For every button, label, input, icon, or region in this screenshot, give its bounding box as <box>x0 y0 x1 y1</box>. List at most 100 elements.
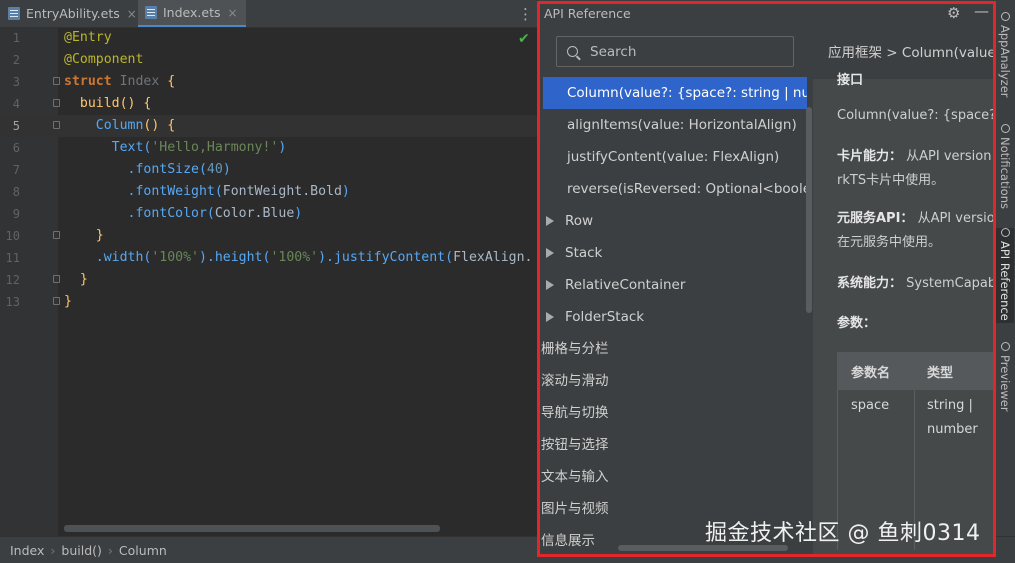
code-line[interactable]: 2 @Component <box>0 49 537 71</box>
tree-label: 按钮与选择 <box>541 437 609 453</box>
eye-icon <box>1000 342 1010 351</box>
editor-horizontal-scrollbar[interactable] <box>64 525 440 532</box>
expand-triangle-icon[interactable] <box>546 216 554 226</box>
code-line[interactable]: 8 .fontWeight(FontWeight.Bold) <box>0 181 537 203</box>
code-line[interactable]: 11 .width('100%').height('100%').justify… <box>0 247 537 269</box>
code-line[interactable]: 12 } <box>0 269 537 291</box>
fold-marker-icon[interactable] <box>53 297 60 305</box>
code-token: struct <box>64 74 120 89</box>
code-text: .fontColor(Color.Blue) <box>64 203 303 225</box>
tab-entryability[interactable]: EntryAbility.ets × <box>8 0 137 27</box>
tool-previewer[interactable]: Previewer <box>996 342 1014 414</box>
code-token: ) <box>222 162 231 177</box>
tab-index[interactable]: Index.ets × <box>138 0 246 27</box>
tree-category[interactable]: 导航与切换 <box>538 397 808 429</box>
code-token: 'Hello,Harmony!' <box>151 140 279 155</box>
tool-appanalyzer[interactable]: AppAnalyzer <box>996 12 1014 102</box>
code-token: @Entry <box>64 30 112 45</box>
editor-tab-bar: EntryAbility.ets × Index.ets × ⋮ <box>0 0 537 28</box>
minimize-icon[interactable]: — <box>974 2 989 20</box>
code-line[interactable]: 6 Text('Hello,Harmony!') <box>0 137 537 159</box>
code-line[interactable]: 3 struct Index { <box>0 71 537 93</box>
code-token: { <box>159 74 176 89</box>
breadcrumb-build[interactable]: build() <box>61 543 102 558</box>
code-token: ) <box>278 140 287 155</box>
tool-notifications[interactable]: Notifications <box>996 124 1014 219</box>
doc-label: 系统能力： <box>837 276 903 291</box>
tab-label: Index.ets <box>163 5 221 20</box>
doc-card-capability: 卡片能力： 从API version <box>837 145 991 169</box>
tree-category[interactable]: 滚动与滑动 <box>538 365 808 397</box>
code-text: .fontSize(40) <box>64 159 231 181</box>
fold-marker-icon[interactable] <box>53 275 60 283</box>
code-token: '100%' <box>270 250 319 265</box>
breadcrumb-column[interactable]: Column <box>119 543 167 558</box>
chevron-right-icon: › <box>107 542 113 558</box>
line-number: 9 <box>12 207 20 221</box>
code-line[interactable]: 4 build() { <box>0 93 537 115</box>
code-token: ).height( <box>198 250 271 265</box>
column-header: 类型 <box>927 366 954 381</box>
code-token: Text( <box>64 140 152 155</box>
no-problems-check-icon[interactable]: ✔ <box>518 31 530 47</box>
fold-marker-icon[interactable] <box>53 231 60 239</box>
tree-node[interactable]: RelativeContainer <box>538 269 808 301</box>
tree-node[interactable]: FolderStack <box>538 301 808 333</box>
fold-marker-icon[interactable] <box>53 77 60 85</box>
line-number: 6 <box>12 141 20 155</box>
expand-triangle-icon[interactable] <box>546 248 554 258</box>
tree-category[interactable]: 按钮与选择 <box>538 429 808 461</box>
code-token: ).justifyContent( <box>318 250 454 265</box>
gear-icon[interactable]: ⚙ <box>947 4 960 22</box>
code-editor[interactable]: EntryAbility.ets × Index.ets × ⋮ 1 @Entry… <box>0 0 537 536</box>
tool-label: API Reference <box>998 241 1012 321</box>
tree-category[interactable]: 栅格与分栏 <box>538 333 808 365</box>
code-token: build <box>64 96 120 111</box>
doc-value: 从API versio <box>917 211 993 226</box>
panel-title: API Reference <box>544 6 631 21</box>
code-token: ) <box>294 206 303 221</box>
code-text: @Entry <box>64 27 112 49</box>
tree-label: justifyContent(value: FlexAlign) <box>567 149 780 165</box>
expand-triangle-icon[interactable] <box>546 312 554 322</box>
tree-node[interactable]: Stack <box>538 237 808 269</box>
code-line[interactable]: 13} <box>0 291 537 313</box>
close-icon[interactable]: × <box>228 6 238 20</box>
bell-icon <box>1000 124 1010 133</box>
code-token: () { <box>119 96 152 111</box>
code-line[interactable]: 7 .fontSize(40) <box>0 159 537 181</box>
code-token: .width( <box>64 250 152 265</box>
code-token: .fontSize( <box>64 162 207 177</box>
code-line[interactable]: 5 Column() { <box>0 115 537 137</box>
more-vertical-icon[interactable]: ⋮ <box>518 5 533 23</box>
tree-node[interactable]: Row <box>538 205 808 237</box>
code-text: Column() { <box>64 115 175 137</box>
tree-method[interactable]: Column(value?: {space?: string | number <box>543 77 807 109</box>
tree-method[interactable]: reverse(isReversed: Optional<boolean> <box>538 173 808 205</box>
code-text: Text('Hello,Harmony!') <box>64 137 287 159</box>
line-number: 7 <box>12 163 20 177</box>
doc-meta-service-cont: 在元服务中使用。 <box>837 235 942 250</box>
tree-method[interactable]: alignItems(value: HorizontalAlign) <box>538 109 808 141</box>
code-token: ) <box>341 184 350 199</box>
fold-marker-icon[interactable] <box>53 121 60 129</box>
appanalyzer-icon <box>1000 12 1010 21</box>
code-text: .width('100%').height('100%').justifyCon… <box>64 247 533 269</box>
tool-api-reference[interactable]: API Reference <box>996 228 1014 323</box>
code-line[interactable]: 1 @Entry <box>0 27 537 49</box>
search-box[interactable] <box>556 36 794 67</box>
search-input[interactable] <box>588 42 792 61</box>
code-token: @Component <box>64 52 144 67</box>
line-number: 2 <box>12 53 20 67</box>
expand-triangle-icon[interactable] <box>546 280 554 290</box>
fold-marker-icon[interactable] <box>53 99 60 107</box>
tree-vertical-scrollbar[interactable] <box>806 107 812 313</box>
tree-category[interactable]: 文本与输入 <box>538 461 808 493</box>
code-line[interactable]: 10 } <box>0 225 537 247</box>
tool-label: AppAnalyzer <box>998 25 1012 98</box>
breadcrumb-index[interactable]: Index <box>10 543 44 558</box>
close-icon[interactable]: × <box>127 7 137 21</box>
line-number: 4 <box>12 97 20 111</box>
tree-method[interactable]: justifyContent(value: FlexAlign) <box>538 141 808 173</box>
code-line[interactable]: 9 .fontColor(Color.Blue) <box>0 203 537 225</box>
